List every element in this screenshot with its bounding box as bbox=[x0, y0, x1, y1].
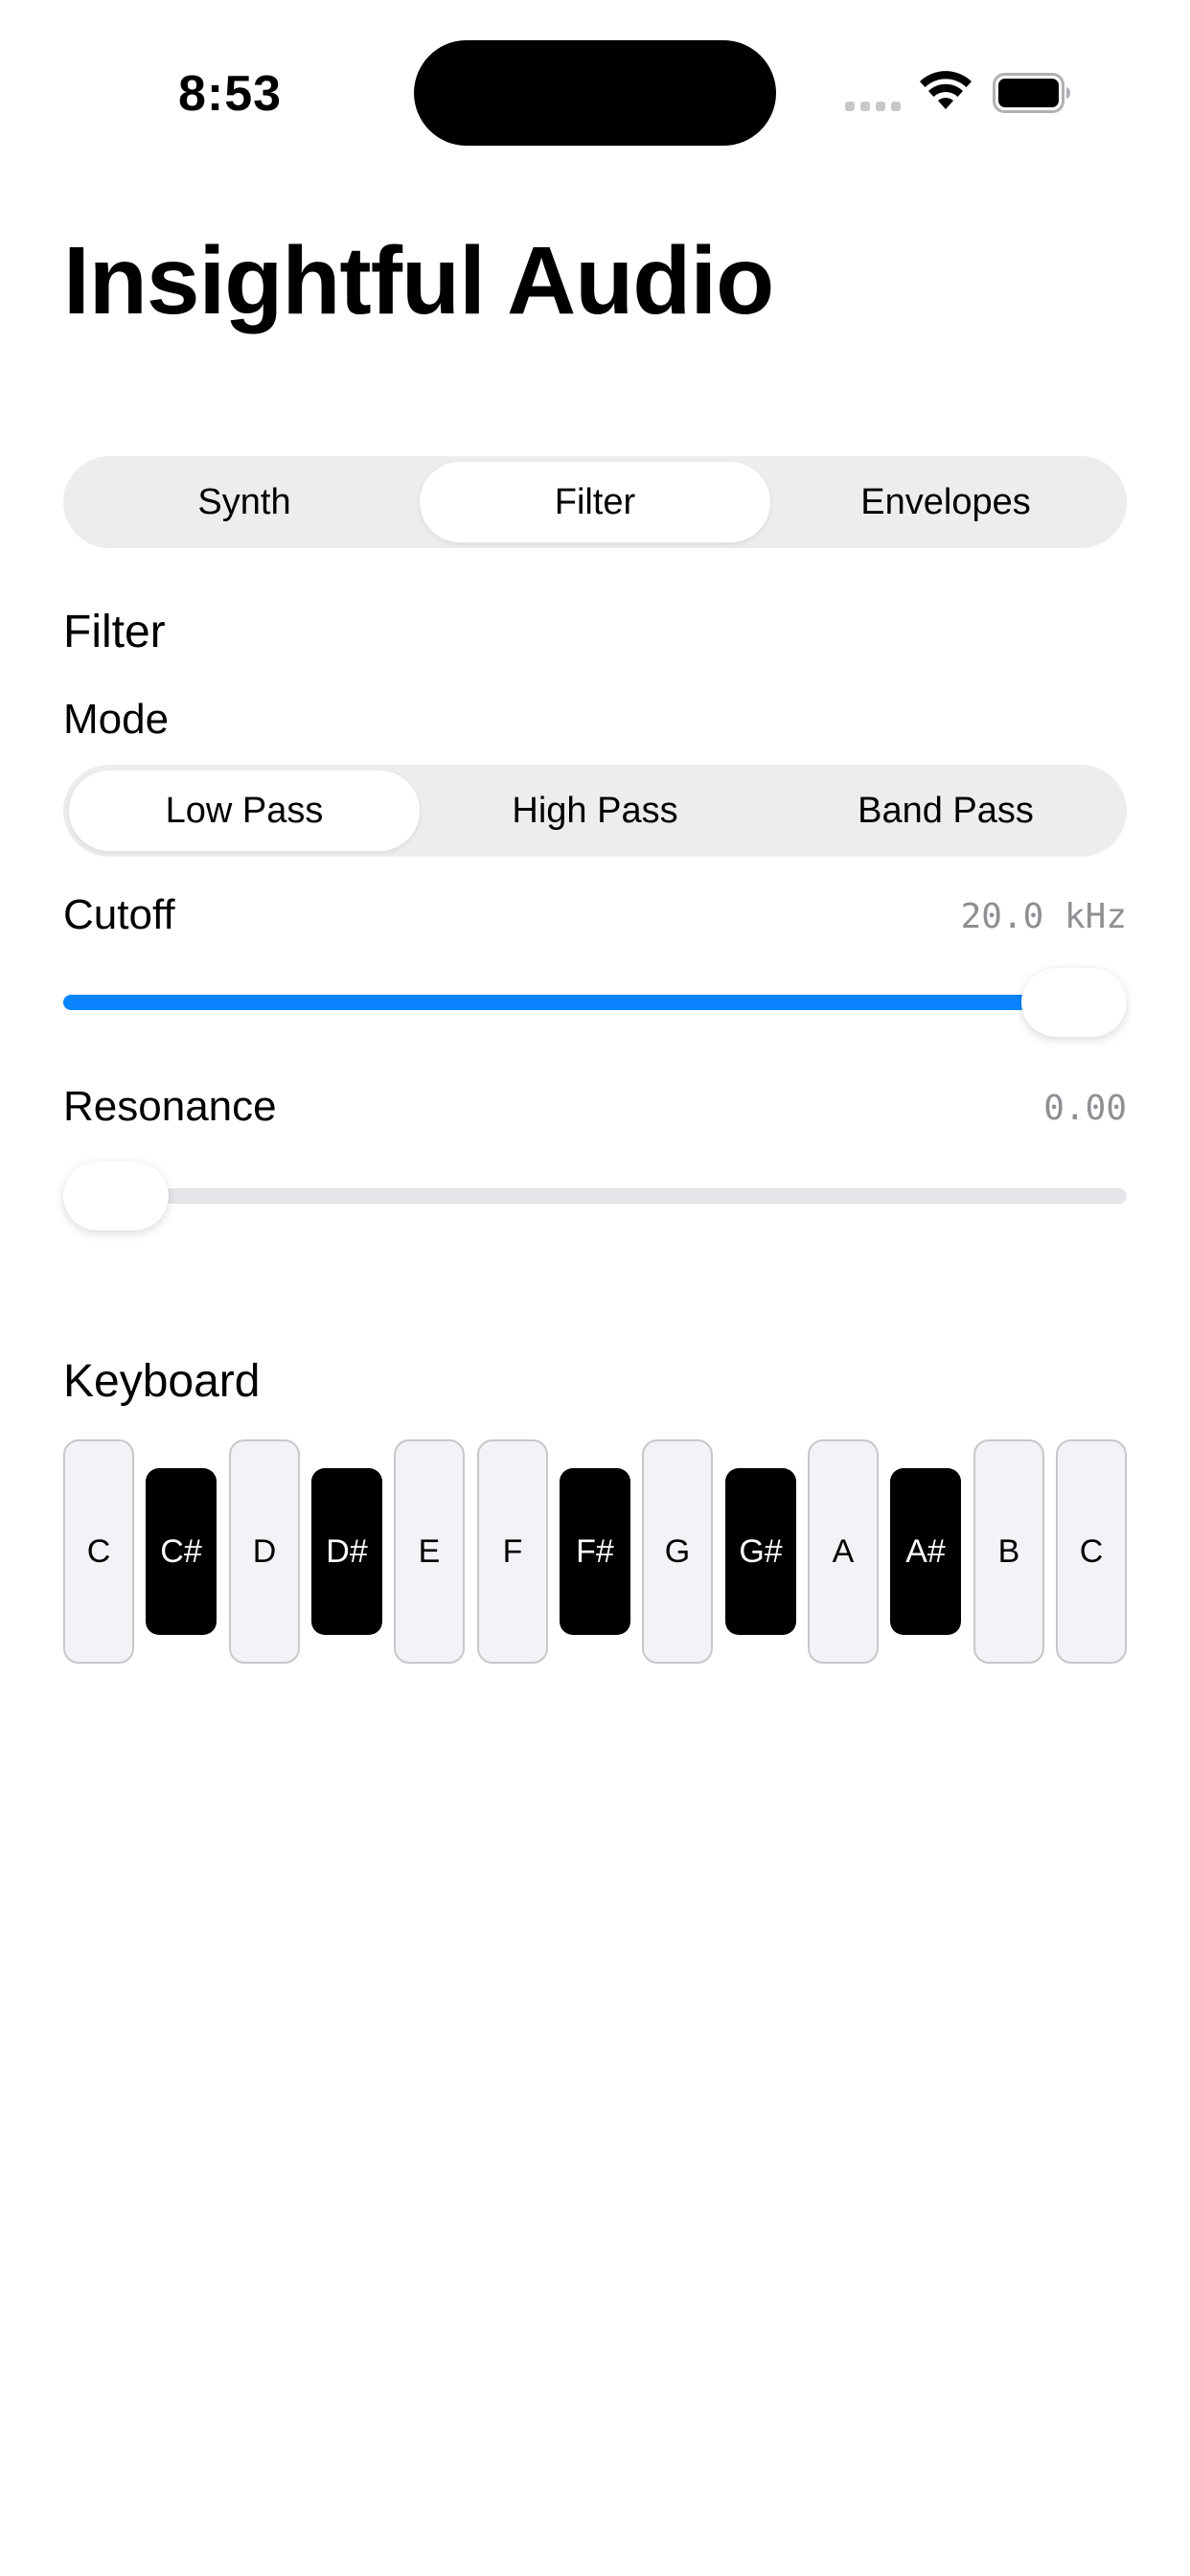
cutoff-value: 20.0 kHz bbox=[960, 897, 1127, 936]
filter-section-title: Filter bbox=[63, 607, 166, 657]
status-time: 8:53 bbox=[178, 66, 283, 122]
tab-envelopes[interactable]: Envelopes bbox=[770, 462, 1121, 542]
battery-icon bbox=[993, 73, 1070, 113]
piano-key-e[interactable]: E bbox=[394, 1439, 465, 1664]
resonance-slider-track bbox=[63, 1188, 1127, 1204]
cutoff-slider-thumb[interactable] bbox=[1021, 968, 1127, 1037]
cellular-signal-icon bbox=[845, 102, 901, 111]
resonance-label: Resonance bbox=[63, 1083, 277, 1130]
piano-key-g[interactable]: G bbox=[642, 1439, 713, 1664]
resonance-slider[interactable] bbox=[63, 1156, 1127, 1232]
resonance-value: 0.00 bbox=[1043, 1089, 1127, 1128]
piano-key-c[interactable]: C bbox=[63, 1439, 134, 1664]
tab-filter[interactable]: Filter bbox=[420, 462, 770, 542]
piano-key-c-high[interactable]: C bbox=[1056, 1439, 1127, 1664]
piano-keyboard: C C# D D# E F F# G G# A A# B C bbox=[63, 1439, 1127, 1666]
main-tabs: Synth Filter Envelopes bbox=[63, 456, 1127, 548]
piano-key-b[interactable]: B bbox=[973, 1439, 1044, 1664]
keyboard-title: Keyboard bbox=[63, 1356, 261, 1407]
wifi-icon bbox=[920, 71, 972, 109]
mode-label: Mode bbox=[63, 696, 170, 743]
resonance-slider-thumb[interactable] bbox=[63, 1162, 169, 1230]
cutoff-slider[interactable] bbox=[63, 962, 1127, 1039]
cutoff-label: Cutoff bbox=[63, 891, 175, 938]
piano-key-f[interactable]: F bbox=[477, 1439, 548, 1664]
page-title: Insightful Audio bbox=[63, 227, 774, 334]
screen: 8:53 Insightful Audio Synth Filter Envel… bbox=[0, 0, 1190, 2576]
piano-key-c-sharp[interactable]: C# bbox=[146, 1468, 217, 1635]
piano-key-d-sharp[interactable]: D# bbox=[311, 1468, 382, 1635]
mode-band-pass[interactable]: Band Pass bbox=[770, 770, 1121, 851]
piano-key-f-sharp[interactable]: F# bbox=[560, 1468, 630, 1635]
filter-mode-control: Low Pass High Pass Band Pass bbox=[63, 765, 1127, 857]
dynamic-island bbox=[414, 40, 776, 146]
piano-key-g-sharp[interactable]: G# bbox=[725, 1468, 796, 1635]
mode-high-pass[interactable]: High Pass bbox=[420, 770, 770, 851]
cutoff-slider-fill bbox=[63, 995, 1074, 1010]
piano-key-a[interactable]: A bbox=[808, 1439, 879, 1664]
mode-low-pass[interactable]: Low Pass bbox=[69, 770, 420, 851]
piano-key-d[interactable]: D bbox=[229, 1439, 300, 1664]
piano-key-a-sharp[interactable]: A# bbox=[890, 1468, 961, 1635]
tab-synth[interactable]: Synth bbox=[69, 462, 420, 542]
